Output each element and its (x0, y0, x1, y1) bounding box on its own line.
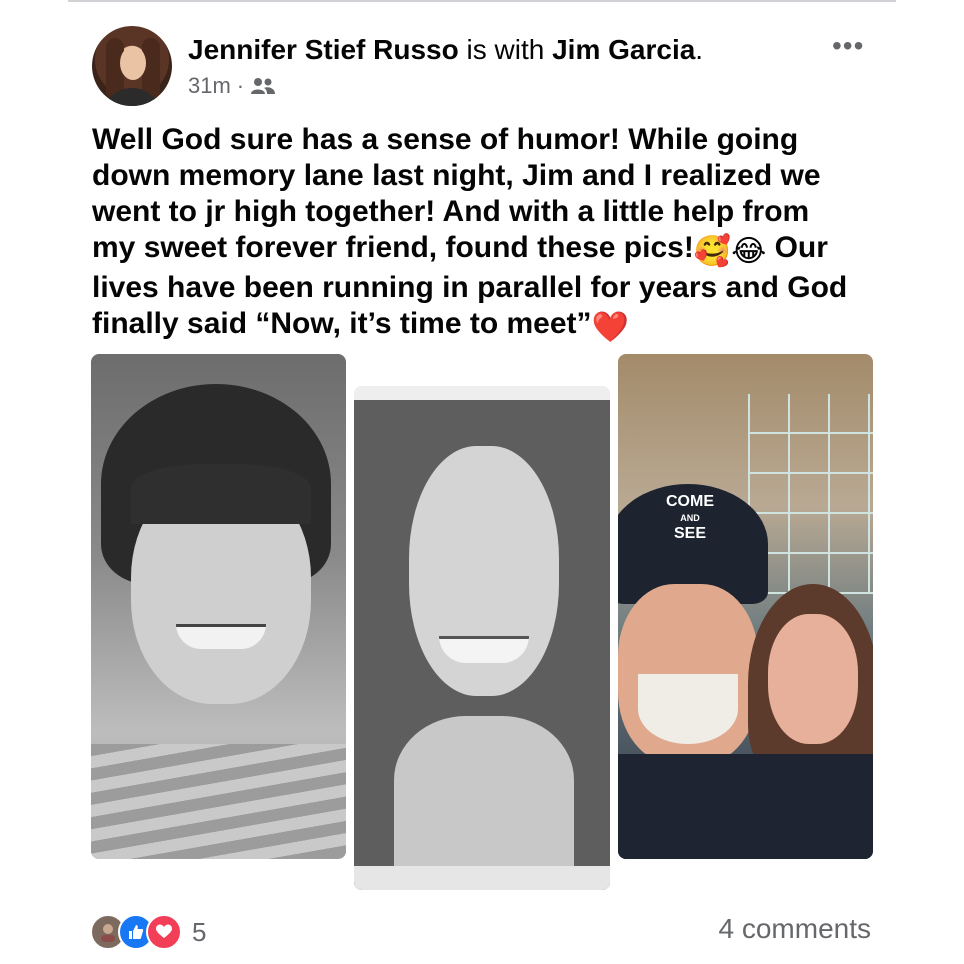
friends-icon[interactable] (250, 76, 276, 96)
body-line-6: finally said “Now, it’s time to meet” (92, 307, 592, 340)
body-line-2: down memory lane last night, Jim and I r… (92, 159, 821, 192)
reaction-count[interactable]: 5 (192, 917, 206, 948)
yearbook-photo-jennifer[interactable] (354, 386, 610, 890)
author-name[interactable]: Jennifer Stief Russo (188, 34, 459, 65)
post-meta: 31m · (188, 73, 276, 99)
comments-count-link[interactable]: 4 comments (719, 913, 872, 945)
laughing-emoji: 😂 (731, 235, 767, 268)
header-period: . (695, 34, 704, 65)
love-icon (146, 914, 182, 950)
cap-text-see: SEE (673, 525, 706, 542)
body-line-5: lives have been running in parallel for … (92, 271, 848, 304)
tagged-name[interactable]: Jim Garcia (552, 34, 695, 65)
yearbook-photo-jim[interactable] (91, 354, 346, 859)
author-avatar[interactable] (92, 26, 172, 106)
smiling-hearts-emoji: 🥰 (693, 235, 732, 268)
with-text: is with (466, 34, 545, 65)
body-line-4: my sweet forever friend, found these pic… (92, 231, 694, 264)
top-divider (68, 0, 896, 2)
body-line-4b: Our (774, 231, 828, 264)
body-line-3: went to jr high together! And with a lit… (92, 195, 810, 228)
post-time[interactable]: 31m (188, 73, 231, 99)
body-line-1: Well God sure has a sense of humor! Whil… (92, 123, 799, 156)
more-options-button[interactable]: ••• (832, 30, 864, 62)
post-body: Well God sure has a sense of humor! Whil… (92, 122, 882, 346)
reactions-summary[interactable]: 5 (90, 914, 206, 950)
cap-text-come: COME (666, 493, 714, 510)
red-heart-emoji: ❤️ (591, 311, 629, 344)
post-header: Jennifer Stief Russo is with Jim Garcia. (188, 33, 703, 67)
meta-separator: · (236, 73, 245, 98)
cap-text-and: AND (680, 513, 700, 523)
selfie-photo-couple[interactable]: COME AND SEE (618, 354, 873, 859)
